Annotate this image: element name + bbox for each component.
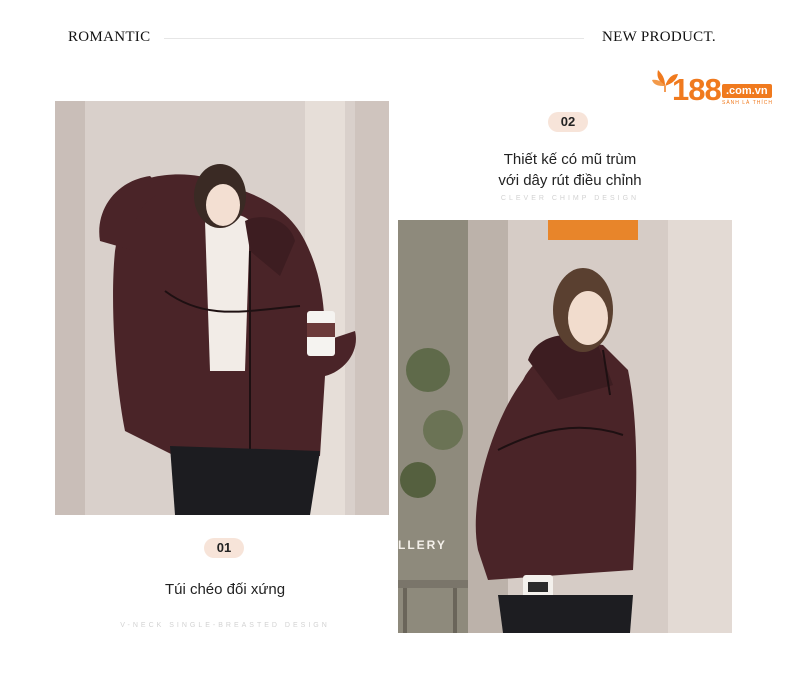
header-left-text: ROMANTIC xyxy=(68,29,151,45)
header-divider xyxy=(164,38,584,39)
feature-caption-02: Thiết kế có mũ trùm với dây rút điều chỉ… xyxy=(460,149,680,191)
product-photo-side: LLERY xyxy=(398,220,732,633)
feature-subline-01: V-NECK SINGLE-BREASTED DESIGN xyxy=(120,622,330,629)
logo-number: 188 xyxy=(672,72,722,107)
feature-subline-02: CLEVER CHIMP DESIGN xyxy=(500,195,640,202)
feature-caption-02-line2: với dây rút điều chỉnh xyxy=(498,172,642,189)
photo-front-illustration xyxy=(55,101,389,515)
feature-caption-02-line1: Thiết kế có mũ trùm xyxy=(503,151,637,168)
logo-domain: .com.vn xyxy=(722,84,772,99)
logo-tagline: SÀNH LÀ THÍCH xyxy=(722,100,773,106)
brand-logo[interactable]: 188 .com.vn SÀNH LÀ THÍCH xyxy=(650,60,775,110)
feature-caption-01: Túi chéo đối xứng xyxy=(164,581,286,598)
background-sign-text: LLERY xyxy=(398,538,447,552)
header-right-text: NEW PRODUCT. xyxy=(602,29,716,45)
feature-badge-01: 01 xyxy=(204,538,244,558)
feature-badge-02: 02 xyxy=(548,112,588,132)
product-photo-front xyxy=(55,101,389,515)
photo-side-illustration xyxy=(398,220,732,633)
